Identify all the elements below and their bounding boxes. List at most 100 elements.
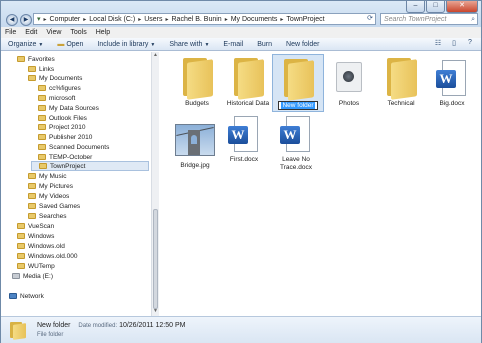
tree-item-saved-games[interactable]: Saved Games [28,201,80,211]
help-icon[interactable]: ? [465,39,475,49]
chevron-right-icon[interactable]: ▸ [138,16,141,23]
back-arrow-icon[interactable]: ◀ [6,14,18,26]
tree-item-my-pictures[interactable]: My Pictures [28,181,73,191]
close-button[interactable]: ✕ [446,1,478,13]
share-with-button[interactable]: Share with ▼ [169,41,209,48]
tree-item-windows-old-000[interactable]: Windows.old.000 [17,251,78,261]
tree-item-townproject[interactable]: TownProject [31,161,149,171]
email-button[interactable]: E-mail [223,41,243,48]
file-label: Technical [387,100,415,107]
file-item-technical[interactable]: Technical [375,56,427,108]
folder-icon [28,75,36,81]
computer-icon: ▾ [37,16,41,23]
file-item-big-docx[interactable]: W Big.docx [426,58,478,108]
chevron-right-icon[interactable]: ▸ [280,16,283,23]
organize-button[interactable]: Organize ▼ [8,41,43,48]
menu-help[interactable]: Help [96,29,110,36]
menu-bar: File Edit View Tools Help [1,27,481,38]
rename-field[interactable]: New folder [278,101,318,110]
menu-view[interactable]: View [46,29,61,36]
tree-label: Windows.old.000 [28,252,78,260]
file-list: Budgets Historical Data New folder Photo… [159,52,481,316]
folder-icon [28,193,36,199]
tree-item-windows[interactable]: Windows [17,231,54,241]
view-controls: ☷ ▯ ? [433,39,475,49]
breadcrumb-users[interactable]: Users [144,16,162,23]
folder-icon [180,56,214,100]
nav-scrollbar[interactable]: ▲ ▼ [151,52,159,316]
tree-item-windows-old[interactable]: Windows.old [17,241,65,251]
include-in-library-button[interactable]: Include in library ▼ [97,41,155,48]
file-item-new-folder[interactable]: New folder [272,54,324,112]
tree-item-microsoft[interactable]: microsoft [38,93,75,103]
menu-file[interactable]: File [5,29,16,36]
network-icon [9,293,17,299]
tree-label: Project 2010 [49,123,86,131]
tree-label: Favorites [28,55,55,63]
tree-item-vuescan[interactable]: VueScan [17,221,54,231]
drive-icon [12,273,20,279]
file-item-historical-data[interactable]: Historical Data [222,56,274,108]
file-item-budgets[interactable]: Budgets [171,56,223,108]
file-item-bridge-jpg[interactable]: Bridge.jpg [169,120,221,170]
new-folder-button[interactable]: New folder [286,41,319,48]
tree-item-wutemp[interactable]: WUTemp [17,261,55,271]
menu-tools[interactable]: Tools [70,29,86,36]
tree-item-favorites[interactable]: Favorites [17,54,55,64]
search-input[interactable]: Search TownProject ⌕ [380,13,478,25]
chevron-down-icon: ▼ [38,41,44,48]
file-label: Leave No Trace.docx [280,156,312,171]
tree-item-scanned-documents[interactable]: Scanned Documents [38,142,109,152]
search-icon[interactable]: ⌕ [471,14,475,25]
breadcrumb-user[interactable]: Rachel B. Bunin [172,16,222,23]
burn-button[interactable]: Burn [257,41,272,48]
folder-icon [38,95,46,101]
open-label: Open [66,40,84,48]
include-label: Include in library [97,40,149,48]
tree-item-network[interactable]: Network [9,291,44,301]
tree-item-ccfigures[interactable]: cc%figures [38,83,81,93]
chevron-right-icon[interactable]: ▸ [165,16,168,23]
file-item-first-docx[interactable]: W First.docx [218,114,270,164]
scroll-up-icon[interactable]: ▲ [152,52,159,60]
file-item-photos[interactable]: Photos [323,56,375,108]
tree-label: TownProject [50,162,86,170]
tree-item-my-data-sources[interactable]: My Data Sources [38,103,99,113]
scroll-thumb[interactable] [153,209,158,309]
scroll-down-icon[interactable]: ▼ [152,308,159,316]
share-label: Share with [169,40,203,48]
breadcrumb-townproject[interactable]: TownProject [286,16,324,23]
minimize-button[interactable]: – [406,1,425,13]
breadcrumb-local-disk[interactable]: Local Disk (C:) [89,16,135,23]
folder-icon [9,321,27,340]
tree-item-my-music[interactable]: My Music [28,171,66,181]
details-type: File folder [37,332,64,338]
change-view-icon[interactable]: ☷ [433,39,443,49]
chevron-right-icon[interactable]: ▸ [83,16,86,23]
menu-edit[interactable]: Edit [25,29,37,36]
tree-item-searches[interactable]: Searches [28,211,66,221]
open-button[interactable]: ▬ Open [57,41,83,48]
address-bar[interactable]: ▾ ▸ Computer ▸ Local Disk (C:) ▸ Users ▸… [33,13,376,25]
tree-label: microsoft [49,94,76,102]
tree-item-project-2010[interactable]: Project 2010 [38,122,86,132]
tree-item-media-e[interactable]: Media (E:) [12,271,53,281]
word-document-icon: W [280,116,312,154]
forward-arrow-icon[interactable]: ▶ [20,14,32,26]
tree-item-my-documents[interactable]: My Documents [28,73,82,83]
refresh-icon[interactable]: ⟳ [367,14,373,22]
tree-label: My Music [39,172,67,180]
chevron-right-icon[interactable]: ▸ [44,16,47,23]
explorer-window: – □ ✕ ◀ ▶ ▾ ▸ Computer ▸ Local Disk (C:)… [0,0,482,343]
tree-item-publisher-2010[interactable]: Publisher 2010 [38,132,92,142]
chevron-right-icon[interactable]: ▸ [225,16,228,23]
file-label: Photos [338,100,360,107]
breadcrumb-computer[interactable]: Computer [50,16,81,23]
preview-pane-icon[interactable]: ▯ [449,39,459,49]
tree-item-my-videos[interactable]: My Videos [28,191,69,201]
maximize-button[interactable]: □ [426,1,445,13]
file-item-leave-no-trace-docx[interactable]: W Leave No Trace.docx [270,114,322,172]
nav-buttons: ◀ ▶ [6,14,32,26]
breadcrumb-my-documents[interactable]: My Documents [231,16,278,23]
file-label: Budgets [185,100,209,107]
